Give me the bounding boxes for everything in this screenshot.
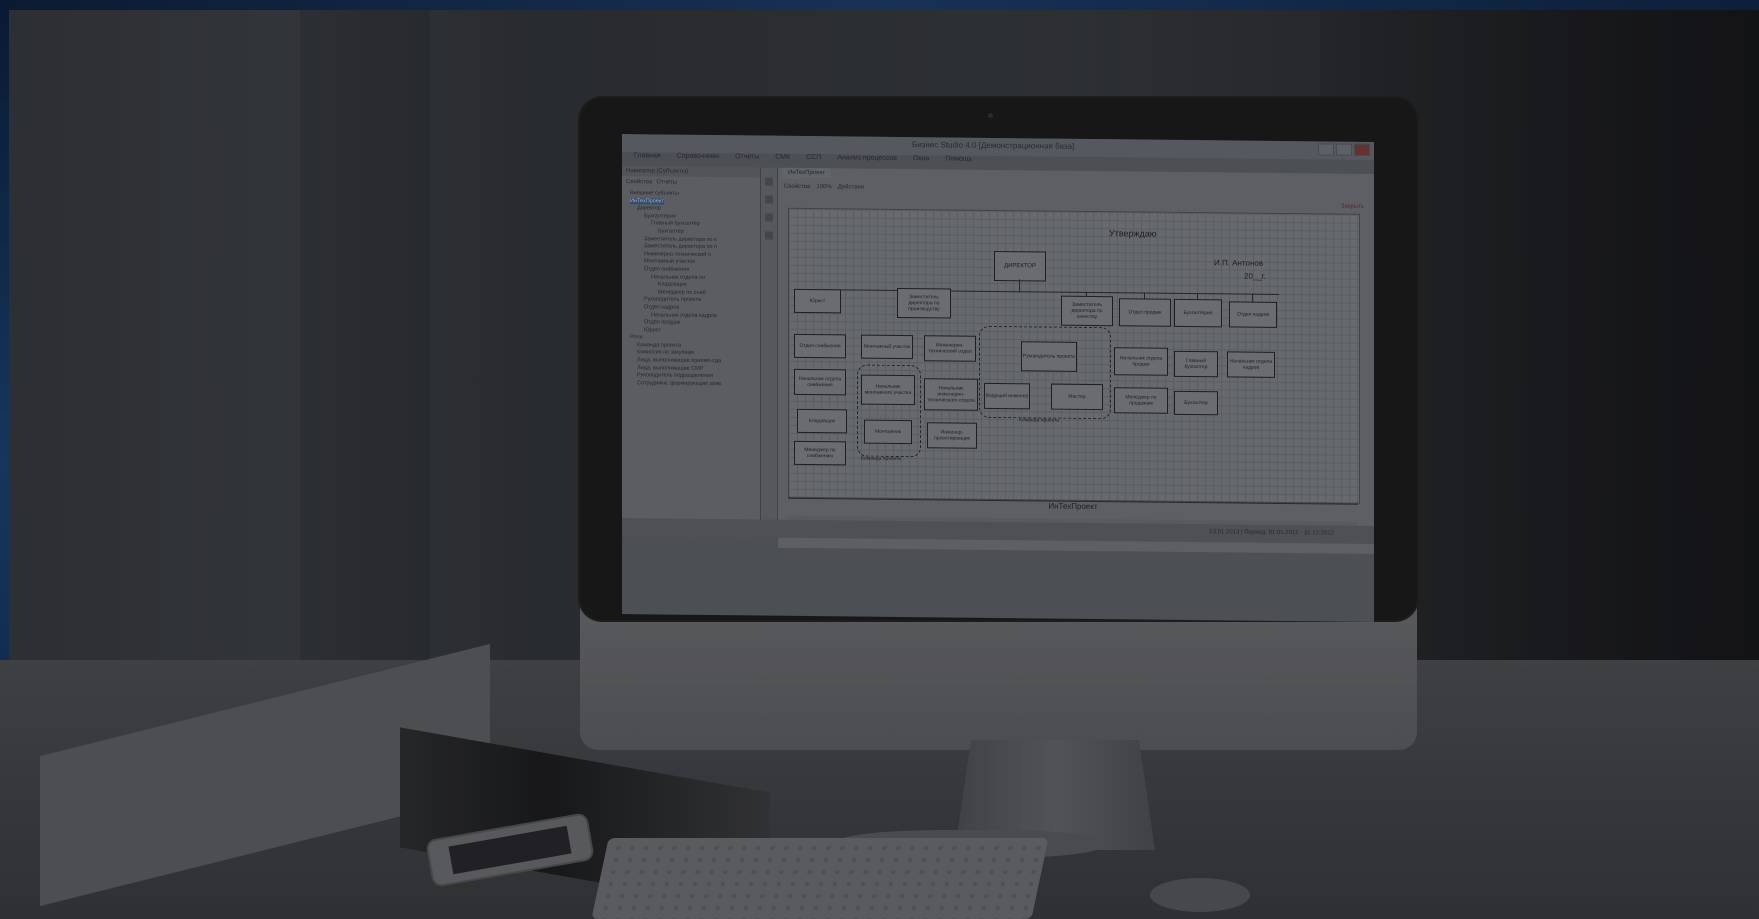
- org-node[interactable]: Инженерно-технический отдел: [924, 335, 976, 362]
- status-period: 13.01.2013 | Период: 01.01.2012 - 31.12.…: [1209, 529, 1334, 537]
- group-label: Команда проекта: [1019, 417, 1060, 424]
- side-tab-icon[interactable]: [765, 213, 773, 222]
- tree-item-label: Менеджер по снаб: [658, 289, 706, 296]
- tree-item-label: Роли: [630, 334, 643, 341]
- tree-item-label: Отдел снабжения: [644, 266, 690, 273]
- org-node-director[interactable]: ДИРЕКТОР: [994, 250, 1046, 282]
- menu-item-home[interactable]: Главная: [634, 152, 661, 164]
- minimize-button[interactable]: [1318, 143, 1334, 156]
- subject-tree: Внешние субъекты ИнТехПроект Директор Бухга…: [622, 188, 760, 389]
- approve-title: Утверждаю: [1109, 228, 1157, 239]
- document-properties-button[interactable]: Свойства: [784, 184, 810, 190]
- side-tab-icon[interactable]: [765, 177, 773, 186]
- org-node[interactable]: Отдел снабжения: [794, 333, 846, 359]
- menu-item-bsc[interactable]: ССП: [806, 154, 821, 166]
- tree-item-label: Бухгалтерия: [644, 213, 676, 220]
- keyboard: [591, 838, 1049, 919]
- group-label: Команда проекта: [861, 455, 902, 462]
- tree-item-label: Монтажный участок: [644, 258, 695, 266]
- org-node[interactable]: Монтажный участок: [861, 334, 913, 360]
- tree-item-label: Бухгалтер: [658, 228, 684, 235]
- navigator-reports-button[interactable]: Отчеты: [656, 179, 677, 185]
- side-tab-icon[interactable]: [765, 231, 773, 240]
- frame-top-border: [0, 0, 1759, 10]
- connector-line: [1144, 292, 1145, 299]
- org-node[interactable]: Начальник отдела продаж: [1114, 347, 1168, 376]
- tree-item-label: Кладовщик: [658, 281, 687, 288]
- document-area: ИнТехПроект Свойства 100% Действия Закры…: [778, 167, 1374, 554]
- mouse: [1150, 878, 1250, 912]
- tree-item-label: Комиссия по закупкам: [637, 349, 694, 357]
- document-close-button[interactable]: Закрыть: [1341, 204, 1364, 210]
- tree-item-label: Команда проекта: [637, 342, 682, 349]
- org-node[interactable]: Менеджер по продажам: [1114, 387, 1168, 414]
- org-node[interactable]: Заместитель директора по качеству: [1061, 295, 1113, 327]
- tree-item-label: Отдел продаж: [644, 319, 681, 326]
- tree-item-label: Руководитель проекта: [644, 296, 702, 304]
- tree-item-label: Начальник отдела сн: [651, 273, 705, 281]
- menu-item-qms[interactable]: СМК: [775, 154, 790, 166]
- org-node[interactable]: Бухгалтер: [1174, 390, 1218, 416]
- window-controls: [1318, 143, 1370, 156]
- connector-line: [809, 289, 1279, 295]
- tree-item-label: Начальник отдела кадров: [651, 311, 717, 319]
- org-node[interactable]: Отдел кадров: [1229, 301, 1277, 328]
- menu-item-reports[interactable]: Отчеты: [735, 153, 759, 165]
- org-node[interactable]: Начальник отдела снабжения: [794, 368, 846, 396]
- org-node[interactable]: Кладовщик: [797, 408, 847, 434]
- tree-item-label: Руководитель подразделения: [637, 372, 713, 380]
- group-outline: [979, 325, 1111, 420]
- tree-item-label: Внешние субъекты: [630, 190, 679, 197]
- zoom-select[interactable]: 100%: [816, 184, 831, 190]
- tree-item-label: Директор: [637, 205, 661, 212]
- tree-item-label: Главный бухгалтер: [651, 220, 700, 228]
- org-node[interactable]: Юрист: [794, 288, 841, 314]
- wall-shade: [300, 10, 430, 690]
- org-node[interactable]: Главный бухгалтер: [1174, 350, 1218, 378]
- connector-line: [1197, 293, 1198, 300]
- tree-item-label: Заместитель директора по к: [644, 235, 717, 243]
- org-node[interactable]: Инженер-проектировщик: [927, 422, 977, 449]
- webcam: [988, 113, 993, 118]
- tree-item-label: Сотрудники, формирующие заяв: [637, 380, 721, 387]
- org-node[interactable]: Бухгалтерия: [1174, 298, 1222, 328]
- monitor-screen: Бизнес Studio 4.0 [Демонстрационная база…: [622, 134, 1374, 622]
- document-toolbar: Свойства 100% Действия: [778, 180, 1374, 200]
- org-chart-canvas[interactable]: Утверждаю И.П. Антонов 20__г. ДИРЕКТОР Юр…: [788, 207, 1360, 504]
- close-window-button[interactable]: [1354, 143, 1370, 156]
- org-node[interactable]: Начальник инженерно-технического отдела: [924, 378, 978, 411]
- tree-item-label: Отдел кадров: [644, 304, 680, 311]
- org-node[interactable]: Начальник отдела кадров: [1227, 351, 1275, 378]
- navigator-properties-button[interactable]: Свойства: [626, 179, 652, 185]
- side-tab-icon[interactable]: [765, 195, 773, 204]
- maximize-button[interactable]: [1336, 143, 1352, 156]
- menu-item-directories[interactable]: Справочники: [677, 153, 719, 165]
- tree-item-label: ИнТехПроект: [630, 197, 664, 205]
- approve-name: И.П. Антонов: [1214, 258, 1264, 268]
- tree-item-label: Лица, выполняющие приемо-сда: [637, 357, 722, 365]
- tree-item-label: Лица, выполняющие СМР: [637, 364, 704, 372]
- menu-item-process-analysis[interactable]: Анализ процессов: [837, 154, 897, 167]
- tree-item-label: Юрист: [644, 326, 661, 334]
- tree-item-label: Инженерно-технический о: [644, 251, 711, 258]
- approve-date: 20__г.: [1244, 271, 1266, 281]
- org-node[interactable]: Отдел продаж: [1119, 298, 1171, 327]
- org-node[interactable]: Менеджер по снабжению: [794, 440, 846, 466]
- monitor-chin: [580, 600, 1417, 750]
- menu-item-help[interactable]: Помощь: [945, 155, 972, 167]
- connector-line: [1252, 293, 1253, 302]
- actions-menu-button[interactable]: Действия: [838, 184, 864, 190]
- connector-line: [1019, 279, 1020, 292]
- photo-scene: Бизнес Studio 4.0 [Демонстрационная база…: [0, 0, 1759, 919]
- tree-item[interactable]: Сотрудники, формирующие заяв: [626, 380, 760, 389]
- connector-line: [1086, 291, 1087, 296]
- window-title: Бизнес Studio 4.0 [Демонстрационная база…: [912, 140, 1075, 151]
- menu-item-windows[interactable]: Окна: [913, 155, 929, 167]
- navigator-panel: Навигатор (Субъекты) Свойства Отчеты Вне…: [622, 166, 761, 538]
- side-tabs-strip: [761, 167, 778, 538]
- group-outline: [857, 364, 921, 458]
- org-node[interactable]: Заместитель директора по производству: [897, 287, 951, 319]
- document-tab[interactable]: ИнТехПроект: [782, 167, 831, 180]
- tree-item-label: Заместитель директора по п: [644, 243, 718, 251]
